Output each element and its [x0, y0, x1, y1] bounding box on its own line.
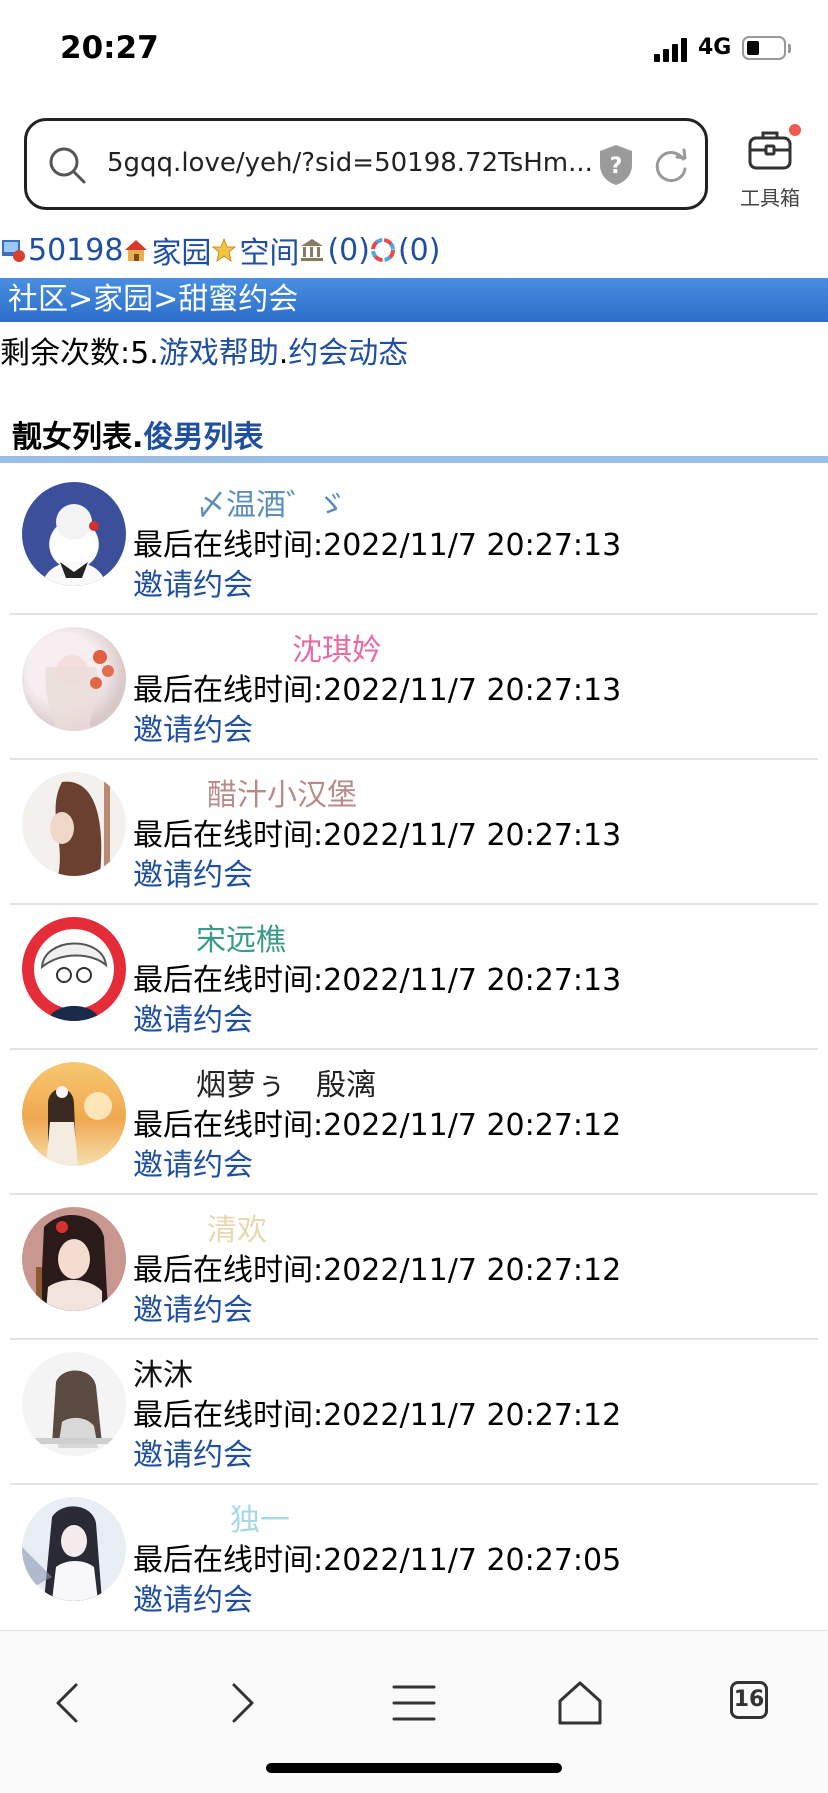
user-name[interactable]: 宋远樵	[196, 915, 286, 959]
separator: .	[132, 420, 144, 455]
list-item: 沐沐 最后在线时间:2022/11/7 20:27:12 邀请约会	[0, 1340, 828, 1485]
list-item: 独一 最后在线时间:2022/11/7 20:27:05 邀请约会	[0, 1485, 828, 1630]
user-id-link[interactable]: 50198	[28, 233, 123, 268]
list-tabs: 靓女列表.俊男列表	[12, 412, 263, 456]
star-icon	[212, 237, 237, 263]
forward-icon[interactable]	[210, 1673, 270, 1733]
back-icon[interactable]	[40, 1673, 100, 1733]
avatar[interactable]	[22, 1207, 126, 1311]
security-shield-icon[interactable]: ?	[597, 143, 635, 187]
space-link[interactable]: 空间	[239, 228, 299, 272]
list-item: 宋远樵 最后在线时间:2022/11/7 20:27:13 邀请约会	[0, 905, 828, 1050]
bank-count[interactable]: (0)	[327, 233, 370, 268]
user-name[interactable]: 醋汁小汉堡	[207, 770, 357, 814]
search-icon	[49, 147, 86, 184]
home-icon	[125, 240, 148, 261]
user-name[interactable]: 清欢	[207, 1205, 267, 1249]
list-item: 醋汁小汉堡 最后在线时间:2022/11/7 20:27:13 邀请约会	[0, 760, 828, 905]
avatar[interactable]	[22, 1497, 126, 1601]
invite-date-link[interactable]: 邀请约会	[133, 1575, 253, 1619]
list-item: 沈琪妗 最后在线时间:2022/11/7 20:27:13 邀请约会	[0, 615, 828, 760]
toolbox-icon	[748, 131, 792, 170]
date-activity-link[interactable]: 约会动态	[288, 336, 408, 371]
invite-date-link[interactable]: 邀请约会	[133, 560, 253, 604]
chat-icon	[370, 238, 395, 262]
tabs-button[interactable]: 16	[730, 1681, 768, 1719]
menu-icon[interactable]	[384, 1673, 444, 1733]
user-icon	[2, 240, 25, 262]
avatar[interactable]	[22, 772, 126, 876]
status-time: 20:27	[60, 30, 159, 66]
last-online: 最后在线时间:2022/11/7 20:27:13	[133, 673, 622, 708]
avatar[interactable]	[22, 917, 126, 1021]
avatar[interactable]	[22, 482, 126, 586]
invite-date-link[interactable]: 邀请约会	[133, 1140, 253, 1184]
battery-nub	[788, 44, 791, 53]
status-bar: 20:27 4G	[0, 0, 828, 100]
user-name[interactable]: 沈琪妗	[292, 625, 382, 669]
separator: .	[278, 336, 289, 371]
network-type: 4G	[698, 35, 732, 60]
url-text[interactable]: 5gqq.love/yeh/?sid=50198.72TsHm...	[107, 148, 607, 178]
invite-date-link[interactable]: 邀请约会	[133, 1430, 253, 1474]
reload-icon[interactable]	[651, 145, 691, 185]
avatar[interactable]	[22, 627, 126, 731]
remaining-count: 剩余次数:5.	[0, 336, 159, 371]
battery-icon	[742, 36, 786, 60]
chat-count[interactable]: (0)	[398, 233, 441, 268]
home-indicator	[266, 1763, 562, 1773]
breadcrumb: 社区>家园>甜蜜约会	[0, 278, 828, 322]
list-item: 〆温酒゛ゞ 最后在线时间:2022/11/7 20:27:13 邀请约会	[0, 470, 828, 615]
avatar[interactable]	[22, 1062, 126, 1166]
invite-date-link[interactable]: 邀请约会	[133, 995, 253, 1039]
avatar[interactable]	[22, 1352, 126, 1456]
svg-text:?: ?	[610, 154, 623, 179]
tab-female-list[interactable]: 靓女列表	[12, 420, 132, 455]
list-item: 清欢 最后在线时间:2022/11/7 20:27:12 邀请约会	[0, 1195, 828, 1340]
toolbox-label: 工具箱	[740, 186, 800, 210]
last-online: 最后在线时间:2022/11/7 20:27:05	[133, 1543, 622, 1578]
user-name[interactable]: 沐沐	[133, 1350, 193, 1394]
forum-nav: 50198 家园 空间 (0) (0)	[0, 228, 828, 272]
user-name[interactable]: 烟萝ぅ 殷漓	[196, 1060, 376, 1104]
signal-icon	[654, 38, 688, 62]
user-name[interactable]: 〆温酒゛ゞ	[196, 480, 346, 524]
last-online: 最后在线时间:2022/11/7 20:27:12	[133, 1398, 622, 1433]
invite-date-link[interactable]: 邀请约会	[133, 705, 253, 749]
user-name[interactable]: 独一	[230, 1495, 290, 1539]
invite-date-link[interactable]: 邀请约会	[133, 850, 253, 894]
user-list: 〆温酒゛ゞ 最后在线时间:2022/11/7 20:27:13 邀请约会 沈琪妗…	[0, 470, 828, 1630]
invite-date-link[interactable]: 邀请约会	[133, 1285, 253, 1329]
game-help-link[interactable]: 游戏帮助	[159, 336, 279, 371]
info-line: 剩余次数:5.游戏帮助.约会动态	[0, 328, 408, 372]
list-item: 烟萝ぅ 殷漓 最后在线时间:2022/11/7 20:27:12 邀请约会	[0, 1050, 828, 1195]
last-online: 最后在线时间:2022/11/7 20:27:13	[133, 818, 622, 853]
divider	[0, 456, 828, 463]
tab-male-list[interactable]: 俊男列表	[143, 420, 263, 455]
last-online: 最后在线时间:2022/11/7 20:27:12	[133, 1108, 622, 1143]
last-online: 最后在线时间:2022/11/7 20:27:13	[133, 528, 622, 563]
last-online: 最后在线时间:2022/11/7 20:27:13	[133, 963, 622, 998]
address-bar[interactable]: 5gqq.love/yeh/?sid=50198.72TsHm... ?	[24, 118, 708, 210]
home-icon[interactable]	[550, 1673, 610, 1733]
last-online: 最后在线时间:2022/11/7 20:27:12	[133, 1253, 622, 1288]
notification-dot	[789, 124, 801, 136]
home-link[interactable]: 家园	[151, 228, 211, 272]
bank-icon	[301, 239, 324, 261]
